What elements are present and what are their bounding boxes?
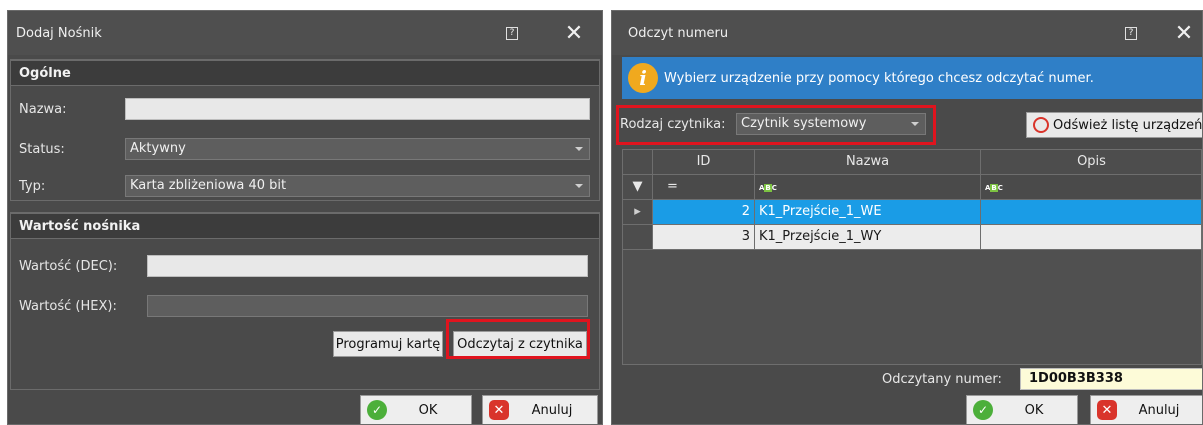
general-group: Ogólne Nazwa: Status: Aktywny Typ: Karta…: [10, 59, 600, 201]
close-icon: ✕: [564, 20, 584, 46]
status-value: Aktywny: [130, 141, 186, 156]
help-icon: ?: [1125, 26, 1137, 40]
type-value: Karta zbliżeniowa 40 bit: [130, 178, 287, 193]
name-label: Nazwa:: [19, 102, 67, 117]
name-field[interactable]: [125, 98, 590, 120]
row-id-cell: 2: [653, 200, 755, 225]
help-button[interactable]: ?: [490, 11, 534, 55]
cancel-icon: ✕: [1097, 400, 1117, 420]
column-header-description[interactable]: Opis: [981, 150, 1201, 175]
read-number-field[interactable]: 1D00B3B338: [1020, 368, 1202, 390]
read-number-dialog: Odczyt numeru ? ✕ i Wybierz urządzenie p…: [611, 10, 1203, 425]
help-icon: ?: [506, 26, 518, 40]
grid-filter-row: ▼ = ABC ABC: [623, 175, 1201, 200]
filter-id-cell[interactable]: =: [653, 175, 755, 200]
ok-label: OK: [418, 402, 438, 418]
row-description-cell: [981, 225, 1201, 250]
text-filter-icon: ABC: [985, 184, 1003, 192]
help-button[interactable]: ?: [1109, 11, 1153, 55]
carrier-value-header: Wartość nośnika: [11, 213, 599, 239]
refresh-label: Odśwież listę urządzeń: [1053, 117, 1203, 133]
ok-label: OK: [1024, 402, 1044, 418]
refresh-icon: [1033, 117, 1049, 133]
row-indicator-icon: ▸: [623, 200, 653, 225]
status-select[interactable]: Aktywny: [125, 138, 590, 160]
highlight-frame: [446, 319, 590, 359]
hex-input[interactable]: [147, 295, 588, 317]
refresh-devices-button[interactable]: Odśwież listę urządzeń: [1026, 112, 1203, 138]
cancel-button[interactable]: ✕ Anuluj: [1090, 395, 1202, 424]
info-icon: i: [628, 63, 658, 93]
dialog-title: Odczyt numeru: [628, 25, 729, 41]
row-name-cell: K1_Przejście_1_WE: [755, 200, 981, 225]
row-indicator-cell: [623, 225, 653, 250]
row-name-cell: K1_Przejście_1_WY: [755, 225, 981, 250]
title-bar: Dodaj Nośnik ? ✕: [8, 11, 602, 55]
filter-description-cell[interactable]: ABC: [981, 175, 1201, 200]
chevron-down-icon: [575, 184, 583, 188]
filter-icon[interactable]: ▼: [623, 175, 653, 200]
column-header-id[interactable]: ID: [653, 150, 755, 175]
type-select[interactable]: Karta zbliżeniowa 40 bit: [125, 175, 590, 197]
table-row[interactable]: ▸ 2 K1_Przejście_1_WE: [623, 200, 1201, 225]
close-button[interactable]: ✕: [1162, 11, 1202, 55]
cancel-label: Anuluj: [531, 402, 573, 418]
check-icon: ✓: [973, 400, 993, 420]
text-filter-icon: ABC: [759, 184, 777, 192]
ok-button[interactable]: ✓ OK: [360, 395, 472, 424]
grid-header-row: ID Nazwa Opis: [623, 150, 1201, 175]
type-label: Typ:: [19, 179, 46, 194]
cancel-label: Anuluj: [1138, 402, 1180, 418]
close-button[interactable]: ✕: [552, 11, 596, 55]
highlight-frame: [616, 105, 936, 145]
row-id-cell: 3: [653, 225, 755, 250]
header-indicator-cell: [623, 150, 653, 175]
info-banner: i Wybierz urządzenie przy pomocy którego…: [622, 57, 1202, 99]
hex-label: Wartość (HEX):: [19, 299, 117, 314]
cancel-icon: ✕: [489, 400, 509, 420]
devices-grid: ID Nazwa Opis ▼ = ABC ABC ▸ 2 K1_Przejśc…: [622, 149, 1202, 365]
column-header-name[interactable]: Nazwa: [755, 150, 981, 175]
close-icon: ✕: [1174, 20, 1194, 46]
read-number-label: Odczytany numer:: [882, 372, 1002, 387]
add-carrier-dialog: Dodaj Nośnik ? ✕ Ogólne Nazwa: Status: A…: [7, 10, 603, 425]
dialog-title: Dodaj Nośnik: [16, 25, 102, 41]
dec-input[interactable]: [147, 255, 588, 277]
title-bar: Odczyt numeru ? ✕: [612, 11, 1202, 55]
filter-name-cell[interactable]: ABC: [755, 175, 981, 200]
status-label: Status:: [19, 142, 65, 157]
general-header: Ogólne: [11, 60, 599, 86]
row-description-cell: [981, 200, 1201, 225]
ok-button[interactable]: ✓ OK: [966, 395, 1078, 424]
check-icon: ✓: [367, 400, 387, 420]
chevron-down-icon: [575, 147, 583, 151]
carrier-value-group: Wartość nośnika Wartość (DEC): Wartość (…: [10, 212, 600, 390]
info-text: Wybierz urządzenie przy pomocy którego c…: [664, 70, 1094, 86]
program-card-button[interactable]: Programuj kartę: [333, 331, 443, 357]
table-row[interactable]: 3 K1_Przejście_1_WY: [623, 225, 1201, 250]
dec-label: Wartość (DEC):: [19, 259, 118, 274]
cancel-button[interactable]: ✕ Anuluj: [482, 395, 598, 424]
